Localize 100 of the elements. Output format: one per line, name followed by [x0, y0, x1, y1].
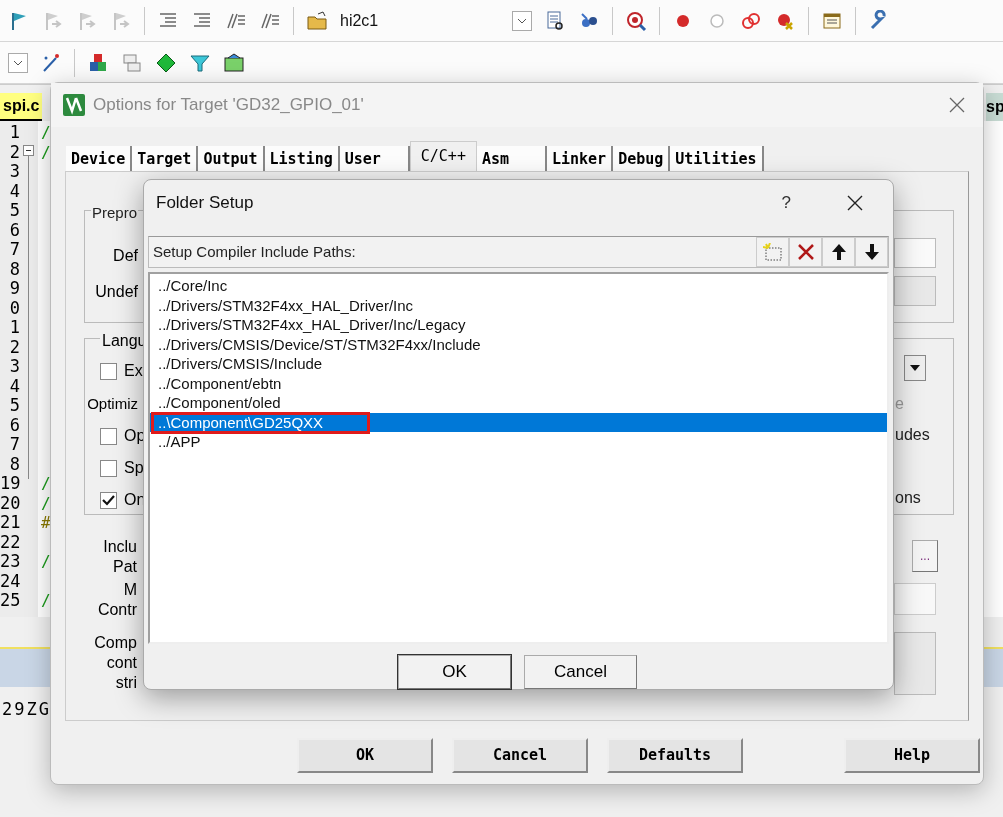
line-number: 1 [8, 318, 20, 338]
line-number: 1 [8, 123, 20, 143]
file-tab[interactable]: spi.c [0, 93, 43, 121]
wand-icon[interactable] [40, 51, 62, 74]
new-folder-icon [762, 243, 783, 261]
delete-icon [796, 243, 815, 261]
diamond-icon[interactable] [155, 51, 177, 74]
close-icon[interactable] [847, 195, 863, 211]
line-number: 20 [0, 493, 20, 513]
line-number: 5 [8, 396, 20, 416]
settings-tab[interactable]: Asm [476, 146, 547, 171]
input-field[interactable] [894, 276, 936, 306]
field-label: M [123, 580, 137, 600]
move-down-button[interactable] [855, 237, 888, 267]
path-item[interactable]: ../Drivers/STM32F4xx_HAL_Driver/Inc [150, 295, 887, 315]
line-number: 6 [8, 220, 20, 240]
list-header: Setup Compiler Include Paths: [153, 241, 356, 262]
path-item[interactable]: ../Component/oled [150, 393, 887, 413]
delete-button[interactable] [789, 237, 822, 267]
checkbox[interactable] [100, 427, 117, 445]
checkbox[interactable] [100, 459, 117, 477]
path-item[interactable]: ../Drivers/STM32F4xx_HAL_Driver/Inc/Legacy [150, 315, 887, 335]
field-label: Pat [113, 557, 137, 577]
code-line: / [41, 474, 51, 494]
chevron-icon [517, 17, 527, 24]
code-line: / [41, 493, 51, 513]
checkbox[interactable] [100, 362, 117, 380]
browse-button[interactable]: ... [912, 540, 938, 572]
line-number: 5 [8, 201, 20, 221]
path-item[interactable]: ../Drivers/CMSIS/Include [150, 354, 887, 374]
field-label: Inclu [103, 537, 137, 557]
window-title: Options for Target 'GD32_GPIO_01' [93, 94, 364, 117]
path-item[interactable]: ../Core/Inc [150, 276, 887, 296]
input-field[interactable] [894, 238, 936, 268]
input-field[interactable] [894, 583, 936, 615]
settings-tab[interactable]: Linker [546, 146, 614, 171]
blocks-icon[interactable] [87, 51, 109, 74]
dialog-button[interactable]: Defaults [607, 738, 743, 773]
debug-icon[interactable] [625, 9, 647, 32]
dialog-title: Folder Setup [156, 192, 254, 215]
field-label: stri [115, 673, 137, 693]
settings-tab[interactable]: C/C++ [409, 141, 477, 171]
folder-icon[interactable] [306, 9, 328, 32]
collapse-icon[interactable] [23, 145, 34, 156]
line-number: 8 [8, 454, 20, 474]
stacked-windows-icon[interactable] [121, 51, 143, 74]
field-label: Optimiz [87, 394, 138, 414]
line-number: 3 [8, 357, 20, 377]
line-number: 2 [8, 337, 20, 357]
option-label: ons [895, 488, 921, 508]
settings-tab[interactable]: Debug [613, 146, 671, 171]
line-number: 22 [0, 532, 20, 552]
target-name: hi2c1 [340, 10, 380, 31]
code-line: # [41, 513, 51, 533]
dialog-button[interactable]: Cancel [452, 738, 588, 773]
arrow-down-icon [863, 243, 880, 261]
dialog-button[interactable]: Cancel [524, 655, 637, 689]
option-label: e [895, 394, 904, 414]
line-number: 6 [8, 415, 20, 435]
line-number: 8 [8, 259, 20, 279]
settings-tab[interactable]: Listing [264, 146, 340, 171]
line-number: 3 [8, 162, 20, 182]
dialog-button[interactable]: Help [844, 738, 980, 773]
code-line: / [41, 142, 51, 162]
line-number: 9 [8, 279, 20, 299]
line-number: 24 [0, 571, 20, 591]
path-item[interactable]: ../APP [150, 432, 887, 452]
dropdown-button[interactable] [904, 355, 926, 381]
option-label: udes [895, 425, 930, 445]
code-line: / [41, 591, 51, 611]
line-number: 23 [0, 552, 20, 572]
field-label: Comp [94, 633, 137, 653]
path-item[interactable]: ../Drivers/CMSIS/Device/ST/STM32F4xx/Include [150, 334, 887, 354]
check-icon [102, 494, 115, 506]
settings-tab[interactable]: User [339, 146, 410, 171]
code-line: / [41, 123, 51, 143]
settings-tab[interactable]: Output [198, 146, 265, 171]
line-number: 4 [8, 376, 20, 396]
line-number: 21 [0, 513, 20, 533]
dialog-button[interactable]: OK [398, 655, 511, 689]
line-number: 0 [8, 298, 20, 318]
dialog-button[interactable]: OK [297, 738, 433, 773]
line-number: 7 [8, 435, 20, 455]
line-number: 7 [8, 240, 20, 260]
path-item[interactable]: ../Component/ebtn [150, 373, 887, 393]
line-number: 4 [8, 181, 20, 201]
field-label: Undef [95, 282, 138, 302]
settings-tab[interactable]: Target [132, 146, 199, 171]
option-label: Ex [124, 361, 143, 381]
move-up-button[interactable] [822, 237, 855, 267]
checkbox[interactable] [100, 491, 117, 509]
document-search-icon[interactable] [544, 9, 566, 32]
help-button[interactable]: ? [781, 190, 791, 216]
code-line: / [41, 552, 51, 572]
field-label: Def [113, 246, 138, 266]
caret-icon [910, 365, 920, 371]
field-label: cont [106, 653, 137, 673]
settings-tab[interactable]: Utilities [670, 146, 764, 171]
path-item[interactable]: ..\Component\GD25QXX [150, 412, 887, 432]
settings-tab[interactable]: Device [66, 146, 133, 171]
